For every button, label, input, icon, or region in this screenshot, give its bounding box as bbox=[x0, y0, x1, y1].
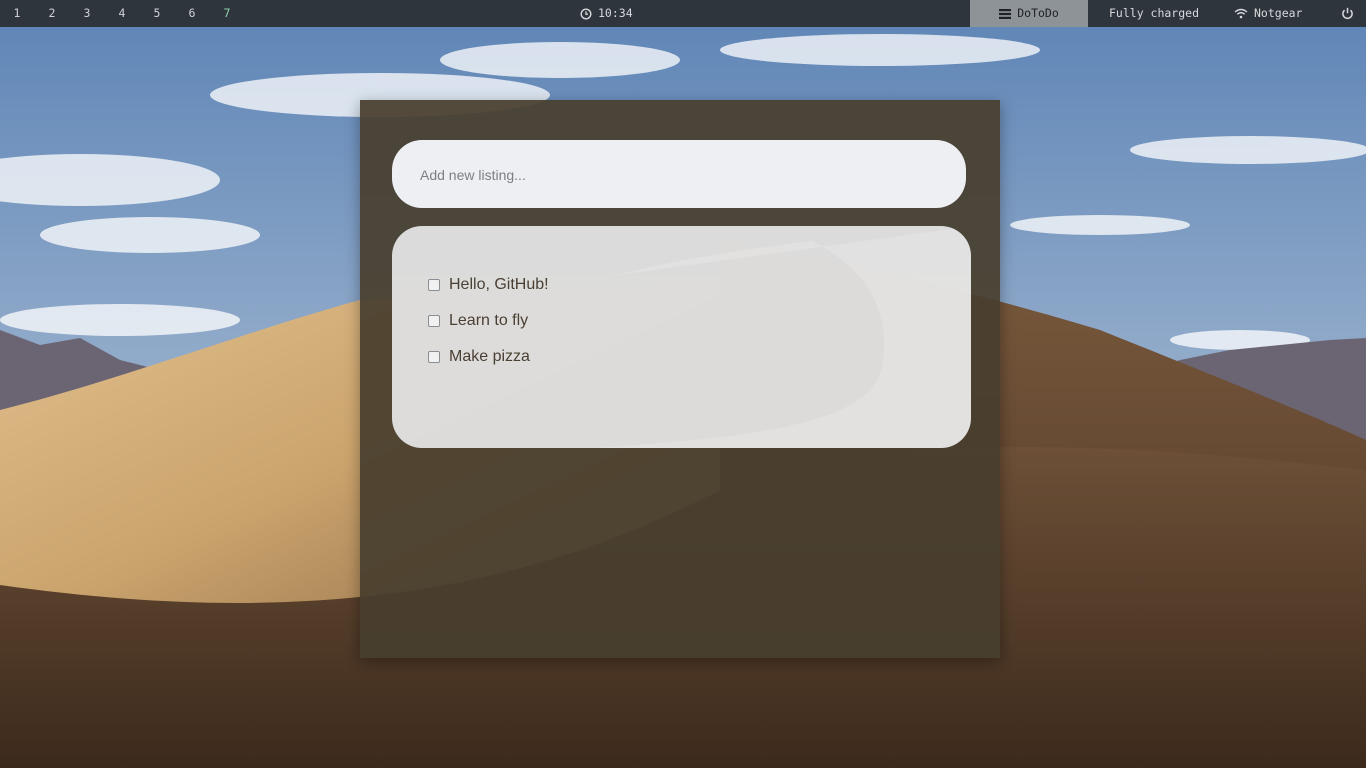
todo-checkbox[interactable] bbox=[428, 279, 440, 291]
workspace-3[interactable]: 3 bbox=[77, 0, 97, 27]
todo-label: Hello, GitHub! bbox=[449, 276, 549, 293]
todo-checkbox[interactable] bbox=[428, 351, 440, 363]
list-background bbox=[592, 226, 971, 448]
list-item[interactable]: Make pizza bbox=[428, 348, 530, 366]
dotodo-window: Hello, GitHub! Learn to fly Make pizza bbox=[360, 100, 1000, 658]
todo-list: Hello, GitHub! Learn to fly Make pizza bbox=[392, 226, 971, 448]
workspace-6[interactable]: 6 bbox=[182, 0, 202, 27]
workspace-7[interactable]: 7 bbox=[217, 0, 237, 27]
clock-icon bbox=[580, 7, 592, 20]
workspace-2[interactable]: 2 bbox=[42, 0, 62, 27]
new-listing-input-container bbox=[392, 140, 966, 210]
power-button[interactable] bbox=[1339, 0, 1355, 27]
battery-status[interactable]: Fully charged bbox=[1109, 0, 1199, 27]
workspace-5[interactable]: 5 bbox=[147, 0, 167, 27]
workspace-1[interactable]: 1 bbox=[7, 0, 27, 27]
active-window-title[interactable]: DoToDo bbox=[970, 0, 1088, 27]
power-icon bbox=[1341, 7, 1353, 20]
todo-label: Learn to fly bbox=[449, 312, 529, 329]
workspace-4[interactable]: 4 bbox=[112, 0, 132, 27]
wifi-status[interactable]: Notgear bbox=[1234, 0, 1302, 27]
top-bar: 1 2 3 4 5 6 7 10:34 DoToDo Fully charged… bbox=[0, 0, 1366, 27]
window-list-icon bbox=[999, 8, 1012, 19]
list-item[interactable]: Hello, GitHub! bbox=[428, 276, 549, 294]
clock-time: 10:34 bbox=[598, 6, 633, 20]
list-item[interactable]: Learn to fly bbox=[428, 312, 528, 330]
new-listing-input[interactable] bbox=[418, 140, 942, 210]
todo-checkbox[interactable] bbox=[428, 315, 440, 327]
clock: 10:34 bbox=[580, 0, 633, 27]
window-title-label: DoToDo bbox=[1017, 6, 1059, 20]
todo-label: Make pizza bbox=[449, 348, 530, 365]
wifi-ssid: Notgear bbox=[1254, 6, 1303, 20]
wifi-icon bbox=[1234, 8, 1248, 19]
